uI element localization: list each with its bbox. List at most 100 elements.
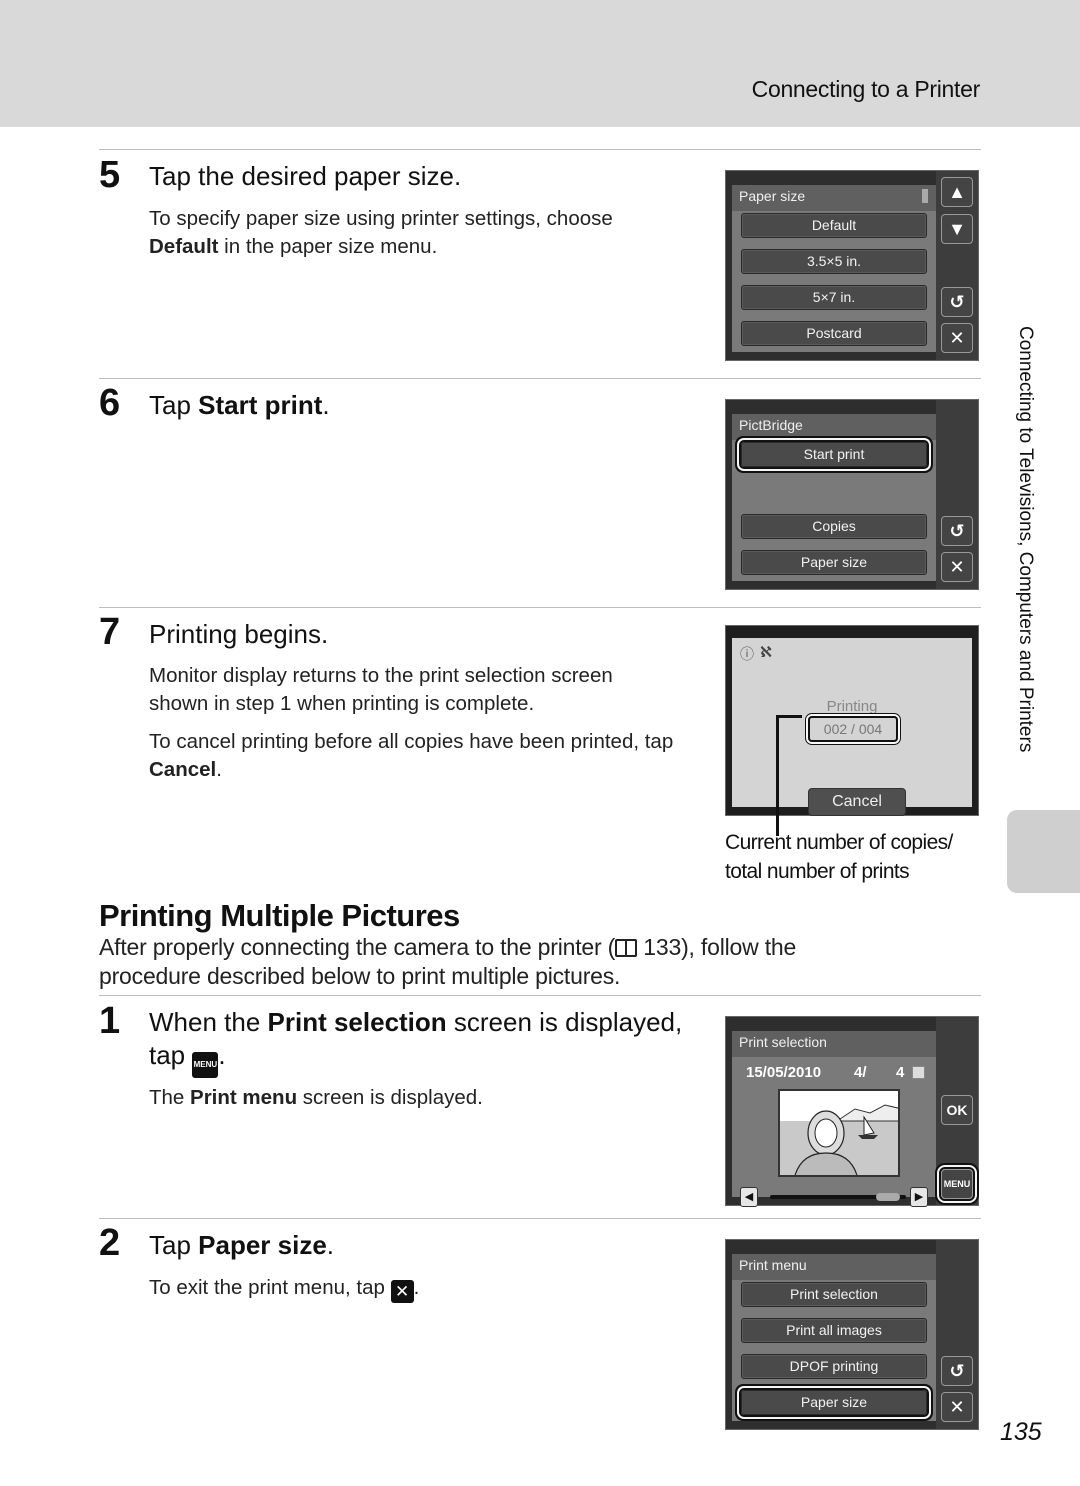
camera-screen-printing: ⓘ ℵ Printing 002 / 004 Cancel: [725, 625, 979, 816]
body-text: To exit the print menu, tap: [149, 1276, 391, 1299]
book-icon: [615, 939, 638, 957]
heading-text: .: [322, 390, 330, 420]
screen-content: Print selection 15/05/2010 4/ 4 ◀ ▶: [732, 1031, 937, 1207]
option-print-all-images[interactable]: Print all images: [741, 1318, 927, 1343]
close-icon[interactable]: ✕: [941, 552, 973, 582]
heading-bold: Paper size: [198, 1230, 327, 1260]
down-arrow-icon[interactable]: ▼: [941, 214, 973, 244]
option-postcard[interactable]: Postcard: [741, 321, 927, 346]
screen-title: Print menu: [732, 1254, 937, 1280]
divider: [99, 995, 981, 996]
section-title: Connecting to a Printer: [751, 76, 981, 102]
next-arrow-icon[interactable]: ▶: [910, 1187, 928, 1207]
back-icon[interactable]: ↺: [941, 516, 973, 546]
divider: [99, 378, 981, 379]
previous-arrow-icon[interactable]: ◀: [740, 1187, 758, 1207]
step-number: 1: [99, 1000, 121, 1042]
body-text: .: [413, 1276, 420, 1299]
heading-bold: Print selection: [267, 1007, 447, 1037]
intro-text: 133), follow the: [637, 934, 797, 960]
step-body: Monitor display returns to the print sel…: [149, 662, 613, 718]
ok-button[interactable]: OK: [941, 1095, 973, 1125]
close-icon[interactable]: ✕: [941, 323, 973, 353]
up-arrow-icon[interactable]: ▲: [941, 177, 973, 207]
body-text: To specify paper size using printer sett…: [149, 207, 613, 230]
heading-text: tap: [149, 1039, 193, 1070]
image-total: 4: [896, 1064, 905, 1081]
side-tab-label: Connecting to Televisions, Computers and…: [1015, 326, 1036, 753]
heading-text: When the: [149, 1007, 268, 1037]
image-scrollbar[interactable]: [770, 1193, 906, 1201]
step-number: 5: [99, 154, 121, 196]
back-icon[interactable]: ↺: [941, 287, 973, 317]
step-body: To cancel printing before all copies hav…: [149, 728, 673, 784]
side-button-column: ↺ ✕: [936, 400, 978, 589]
print-mark-icon: [912, 1066, 925, 1079]
step-body: To exit the print menu, tap ✕.: [149, 1274, 419, 1303]
print-counter: 002 / 004: [808, 716, 898, 742]
heading-text: Tap: [149, 390, 199, 420]
option-copies[interactable]: Copies: [741, 514, 927, 539]
header-band: [0, 0, 1080, 127]
back-icon[interactable]: ↺: [941, 1356, 973, 1386]
step-number: 2: [99, 1222, 121, 1264]
body-text: The: [149, 1086, 191, 1109]
step-heading: Tap Start print.: [149, 389, 330, 422]
option-default[interactable]: Default: [741, 213, 927, 238]
step-heading: Printing begins.: [149, 619, 329, 649]
printing-status: Printing: [826, 698, 878, 713]
image-index: 4/: [854, 1064, 867, 1081]
screen-content: ⓘ ℵ Printing 002 / 004 Cancel: [732, 638, 972, 816]
scroll-indicator: [922, 189, 928, 203]
pictbridge-icon: ℵ: [760, 644, 772, 661]
side-button-column: ↺ ✕: [936, 1240, 978, 1429]
body-text: To cancel printing before all copies hav…: [149, 730, 674, 753]
image-thumbnail[interactable]: [778, 1089, 900, 1177]
option-3-5x5[interactable]: 3.5×5 in.: [741, 249, 927, 274]
side-button-column: OK MENU: [936, 1017, 978, 1205]
screen-content: Print menu Print selection Print all ima…: [732, 1254, 937, 1421]
step-heading: When the Print selection screen is displ…: [149, 1006, 682, 1078]
screen-content: Paper size Default 3.5×5 in. 5×7 in. Pos…: [732, 185, 937, 352]
step-body: To specify paper size using printer sett…: [149, 205, 613, 261]
page-number: 135: [1000, 1418, 1042, 1446]
camera-screen-pictbridge: PictBridge Start print Copies Paper size…: [725, 399, 979, 590]
option-dpof-printing[interactable]: DPOF printing: [741, 1354, 927, 1379]
portrait-illustration: [780, 1091, 898, 1175]
screen-title: PictBridge: [732, 414, 937, 440]
option-paper-size[interactable]: Paper size: [741, 550, 927, 575]
heading-text: screen is displayed,: [446, 1007, 683, 1037]
option-start-print[interactable]: Start print: [739, 440, 929, 469]
menu-button[interactable]: MENU: [939, 1167, 975, 1201]
callout-leader: [776, 715, 802, 718]
step-number: 7: [99, 611, 121, 653]
close-icon[interactable]: ✕: [941, 1392, 973, 1422]
screen-content: PictBridge Start print Copies Paper size: [732, 414, 937, 581]
section-intro: After properly connecting the camera to …: [99, 933, 796, 991]
intro-text: procedure described below to print multi…: [99, 963, 621, 989]
screen-title: Paper size: [732, 185, 937, 211]
step-heading: Tap Paper size.: [149, 1229, 334, 1262]
camera-screen-paper-size: Paper size Default 3.5×5 in. 5×7 in. Pos…: [725, 170, 979, 361]
step-body: The Print menu screen is displayed.: [149, 1084, 483, 1112]
warning-icon: ⓘ: [740, 646, 754, 662]
divider: [99, 1218, 981, 1219]
body-text: shown in step 1 when printing is complet…: [149, 692, 535, 715]
cancel-button[interactable]: Cancel: [808, 788, 906, 816]
callout-leader: [776, 716, 779, 836]
heading-bold: Start print: [198, 390, 323, 420]
callout-text: total number of prints: [725, 860, 910, 883]
option-paper-size[interactable]: Paper size: [739, 1388, 929, 1417]
option-5x7[interactable]: 5×7 in.: [741, 285, 927, 310]
body-bold: Default: [149, 235, 219, 258]
step-heading: Tap the desired paper size.: [149, 161, 462, 191]
option-print-selection[interactable]: Print selection: [741, 1282, 927, 1307]
screen-title: Print selection: [732, 1031, 937, 1057]
callout-text: Current number of copies/: [725, 831, 953, 854]
menu-icon: MENU: [192, 1051, 219, 1078]
side-button-column: ▲ ▼ ↺ ✕: [936, 171, 978, 360]
scrollbar-thumb[interactable]: [876, 1193, 900, 1201]
body-bold: Print menu: [190, 1086, 298, 1109]
side-tab-marker: [1007, 810, 1080, 893]
intro-text: After properly connecting the camera to …: [99, 934, 616, 960]
